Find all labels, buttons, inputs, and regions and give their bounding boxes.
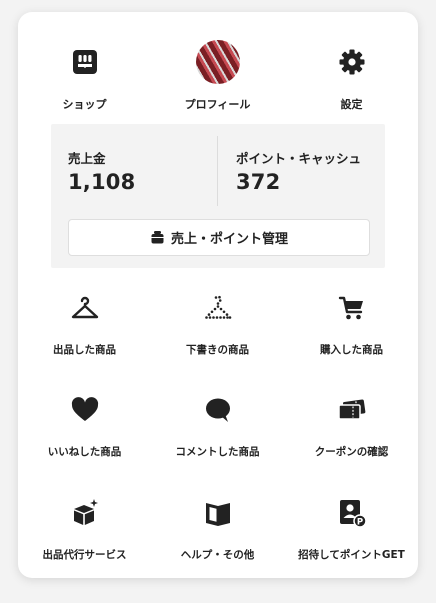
- box-sparkle-icon: [67, 495, 103, 531]
- comment-icon: [200, 392, 236, 428]
- avatar-wrapper: [195, 40, 240, 84]
- draft-items-button[interactable]: 下書きの商品: [151, 290, 284, 370]
- liked-items-button[interactable]: いいねした商品: [18, 392, 151, 472]
- points-value: 372: [236, 170, 281, 194]
- cart-icon: [334, 290, 370, 326]
- invite-button[interactable]: P 招待してポイントGET: [285, 495, 418, 575]
- shop-label: ショップ: [62, 98, 107, 111]
- sales-value: 1,108: [68, 170, 136, 194]
- coupon-icon: [334, 392, 370, 428]
- heart-icon: [67, 392, 103, 428]
- top-nav: ショップ プロフィール 設定: [18, 40, 418, 130]
- sales-column[interactable]: 売上金 1,108: [68, 148, 135, 194]
- settings-label: 設定: [340, 98, 363, 111]
- svg-text:P: P: [356, 517, 362, 527]
- manage-label: 売上・ポイント管理: [170, 232, 288, 247]
- sales-title: 売上金: [68, 151, 106, 166]
- invite-label: 招待してポイントGET: [298, 549, 405, 561]
- help-button[interactable]: ヘルプ・その他: [151, 495, 284, 575]
- divider: [217, 136, 218, 206]
- wallet-icon: [150, 230, 165, 245]
- shop-button[interactable]: ショップ: [18, 40, 151, 130]
- sales-points-manage-button[interactable]: 売上・ポイント管理: [68, 219, 370, 256]
- listing-agency-button[interactable]: 出品代行サービス: [18, 495, 151, 575]
- profile-button[interactable]: プロフィール: [151, 40, 284, 130]
- help-label: ヘルプ・その他: [180, 549, 255, 561]
- listed-items-button[interactable]: 出品した商品: [18, 290, 151, 370]
- points-column[interactable]: ポイント・キャッシュ 372: [236, 148, 361, 194]
- commented-items-label: コメントした商品: [175, 446, 260, 458]
- sales-points-panel: 売上金 1,108 ポイント・キャッシュ 372 売上・ポイント管理: [51, 124, 385, 268]
- hanger-icon: [67, 290, 103, 326]
- shop-icon: [63, 40, 107, 84]
- gear-icon: [330, 40, 374, 84]
- purchased-items-button[interactable]: 購入した商品: [285, 290, 418, 370]
- book-icon: [200, 495, 236, 531]
- profile-label: プロフィール: [184, 98, 251, 111]
- purchased-items-label: 購入した商品: [320, 344, 383, 356]
- invite-icon: P: [334, 495, 370, 531]
- settings-button[interactable]: 設定: [285, 40, 418, 130]
- coupons-button[interactable]: クーポンの確認: [285, 392, 418, 472]
- listing-agency-label: 出品代行サービス: [42, 549, 127, 561]
- listed-items-label: 出品した商品: [53, 344, 116, 356]
- avatar: [195, 40, 240, 84]
- coupons-label: クーポンの確認: [314, 446, 389, 458]
- commented-items-button[interactable]: コメントした商品: [151, 392, 284, 472]
- liked-items-label: いいねした商品: [47, 446, 122, 458]
- draft-items-label: 下書きの商品: [186, 344, 249, 356]
- points-title: ポイント・キャッシュ: [236, 151, 362, 166]
- mypage-menu-card: ショップ プロフィール 設定 売上金 1,108 ポイント・キャッシュ 372 …: [18, 12, 418, 578]
- dotted-hanger-icon: [200, 290, 236, 326]
